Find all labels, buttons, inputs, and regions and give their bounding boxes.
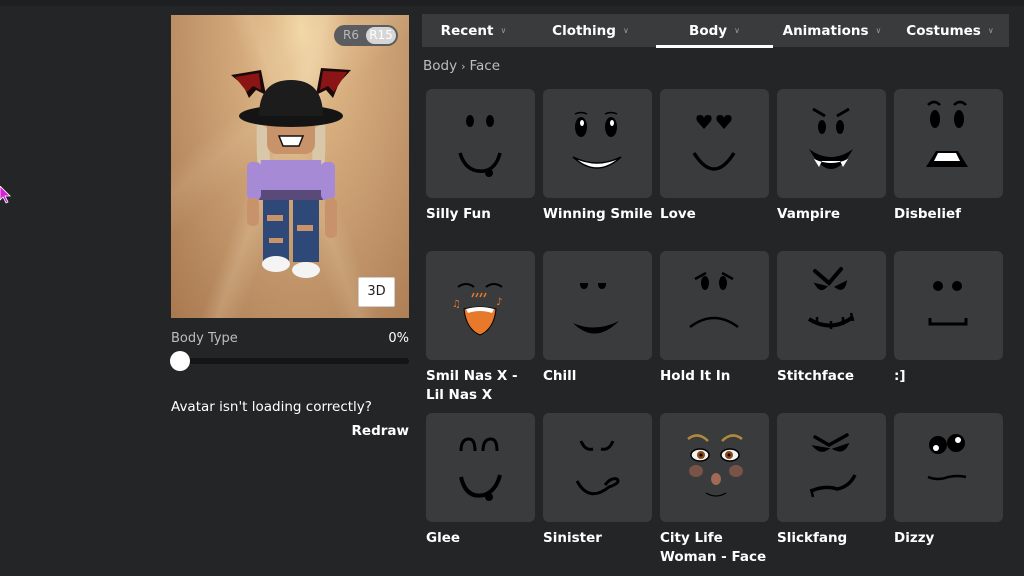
tab-label: Recent: [440, 22, 494, 39]
item-card[interactable]: Sinister: [543, 413, 652, 548]
item-name: :]: [894, 368, 906, 384]
item-card[interactable]: City Life Woman - Face: [660, 413, 769, 567]
item-card[interactable]: Slickfang: [777, 413, 886, 548]
item-name: Stitchface: [777, 368, 855, 384]
avatar-loading-warning: Avatar isn't loading correctly?: [171, 399, 372, 415]
tab-costumes[interactable]: Costumes ∨: [891, 14, 1009, 47]
chevron-right-icon: ›: [461, 59, 466, 73]
view-3d-button[interactable]: 3D: [358, 277, 395, 307]
sinister-face-icon: [575, 440, 620, 496]
item-name: Sinister: [543, 530, 602, 546]
bracket-smile-face-icon: [928, 281, 968, 326]
item-name: Disbelief: [894, 206, 961, 222]
item-thumbnail: [777, 251, 886, 360]
item-thumbnail: [777, 413, 886, 522]
item-card[interactable]: Hold It In: [660, 251, 769, 386]
item-thumbnail: [426, 413, 535, 522]
item-name: Chill: [543, 368, 577, 384]
stitchface-face-icon: [807, 267, 855, 329]
item-card[interactable]: :]: [894, 251, 1003, 386]
item-thumbnail: [660, 89, 769, 198]
avatar-model: [231, 68, 351, 278]
top-bar: [0, 0, 1024, 6]
body-type-slider[interactable]: [170, 351, 409, 371]
chevron-down-icon: ∨: [987, 26, 994, 35]
chevron-down-icon: ∨: [500, 26, 507, 35]
item-card[interactable]: Dizzy: [894, 413, 1003, 548]
item-card[interactable]: Disbelief: [894, 89, 1003, 224]
slickfang-face-icon: [809, 433, 857, 498]
smil-nas-x-face-icon: ♫ ♪: [452, 283, 503, 336]
glee-face-icon: [459, 437, 502, 501]
item-card[interactable]: Love: [660, 89, 769, 224]
item-name: Dizzy: [894, 530, 935, 546]
tab-label: Animations: [782, 22, 869, 39]
item-name: Winning Smile: [543, 206, 653, 222]
chevron-down-icon: ∨: [734, 26, 740, 35]
rig-type-toggle[interactable]: R6 R15: [334, 25, 398, 46]
item-thumbnail: [543, 89, 652, 198]
tab-label: Body: [689, 22, 728, 39]
silly-fun-face-icon: [458, 115, 502, 177]
winning-smile-face-icon: [572, 111, 622, 169]
item-card[interactable]: ♫ ♪ Smil Nas X - Lil Nas X: [426, 251, 535, 405]
item-thumbnail: [894, 251, 1003, 360]
item-name: Silly Fun: [426, 206, 491, 222]
item-name: Hold It In: [660, 368, 731, 384]
item-name: Slickfang: [777, 530, 848, 546]
rig-option-r15[interactable]: R15: [366, 27, 396, 44]
tab-clothing[interactable]: Clothing ∨: [525, 14, 656, 47]
item-card[interactable]: Silly Fun: [426, 89, 535, 224]
love-face-icon: [692, 115, 736, 171]
item-card[interactable]: Stitchface: [777, 251, 886, 386]
disbelief-face-icon: [926, 100, 968, 167]
item-name: Love: [660, 206, 696, 222]
svg-text:♪: ♪: [496, 297, 502, 308]
item-thumbnail: [660, 413, 769, 522]
item-thumbnail: [543, 413, 652, 522]
item-card[interactable]: Winning Smile: [543, 89, 653, 224]
tab-body[interactable]: Body ∨: [656, 14, 773, 48]
item-thumbnail: ♫ ♪: [426, 251, 535, 360]
tab-label: Costumes: [906, 22, 981, 39]
item-thumbnail: [777, 89, 886, 198]
body-type-slider-thumb[interactable]: [170, 351, 190, 371]
item-name: City Life Woman - Face: [660, 530, 767, 565]
item-name: Vampire: [777, 206, 840, 222]
tab-label: Clothing: [552, 22, 616, 39]
category-tabs: Recent ∨ Clothing ∨ Body ∨ Animations ∨ Cost…: [422, 14, 1009, 48]
item-name: Smil Nas X - Lil Nas X: [426, 368, 518, 403]
breadcrumb: Body › Face: [423, 58, 500, 74]
item-thumbnail: [426, 89, 535, 198]
rig-option-r6[interactable]: R6: [336, 27, 366, 44]
body-type-value: 0%: [388, 331, 409, 346]
item-card[interactable]: Chill: [543, 251, 652, 386]
city-life-woman-face-icon: [687, 434, 743, 497]
chevron-down-icon: ∨: [622, 26, 629, 35]
avatar-preview[interactable]: R6 R15 3D: [171, 15, 409, 318]
item-thumbnail: [894, 89, 1003, 198]
item-thumbnail: [660, 251, 769, 360]
item-name: Glee: [426, 530, 461, 546]
svg-text:♫: ♫: [452, 299, 461, 310]
tab-recent[interactable]: Recent ∨: [422, 14, 525, 47]
hold-it-in-face-icon: [689, 271, 739, 329]
chevron-down-icon: ∨: [875, 26, 882, 35]
breadcrumb-body[interactable]: Body: [423, 58, 457, 74]
item-card[interactable]: Vampire: [777, 89, 886, 224]
breadcrumb-face: Face: [469, 58, 501, 74]
item-card[interactable]: Glee: [426, 413, 535, 548]
dizzy-face-icon: [927, 434, 967, 481]
redraw-link[interactable]: Redraw: [171, 423, 409, 439]
body-type-row: Body Type 0%: [171, 331, 409, 346]
tab-animations[interactable]: Animations ∨: [773, 14, 891, 47]
body-type-label: Body Type: [171, 331, 238, 346]
chill-face-icon: [573, 283, 619, 334]
mouse-cursor-icon: [0, 186, 11, 204]
item-thumbnail: [894, 413, 1003, 522]
item-thumbnail: [543, 251, 652, 360]
vampire-face-icon: [809, 107, 853, 169]
